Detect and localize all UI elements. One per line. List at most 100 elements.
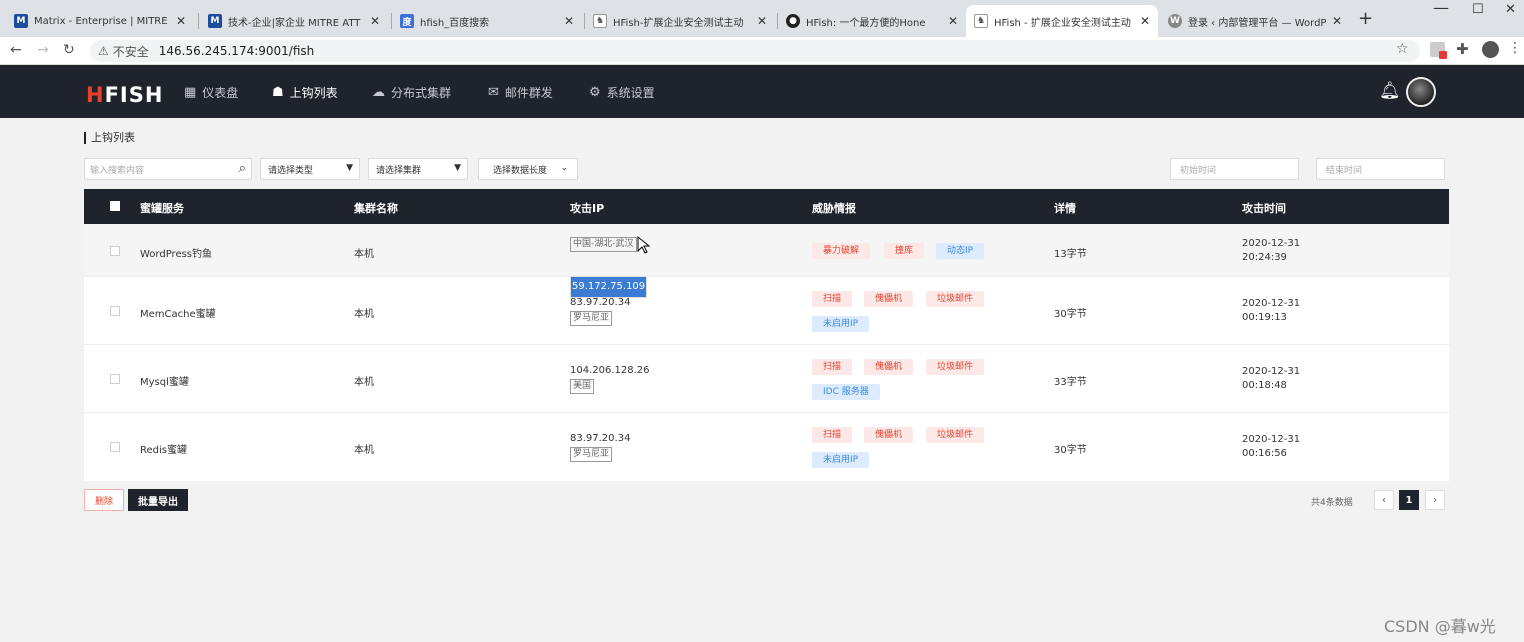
table-header: 蜜罐服务 集群名称 攻击IP 威胁情报 详情 攻击时间 bbox=[84, 189, 1449, 224]
attack-time: 20:24:39 bbox=[1242, 252, 1287, 263]
maximize-icon[interactable]: ☐ bbox=[1472, 2, 1484, 17]
next-page-button[interactable]: › bbox=[1425, 490, 1445, 510]
gear-icon: ⚙ bbox=[589, 85, 601, 100]
detail-text[interactable]: 30字节 bbox=[1054, 441, 1087, 456]
nav-label: 邮件群发 bbox=[504, 86, 553, 100]
table-row[interactable]: WordPress钓鱼 本机 59.172.75.109 中国-湖北-武汉 暴力… bbox=[84, 224, 1449, 298]
back-icon[interactable]: ← bbox=[10, 42, 22, 58]
ip-address[interactable]: 83.97.20.34 bbox=[570, 432, 630, 446]
bookmark-star-icon[interactable]: ☆ bbox=[1396, 41, 1409, 57]
select-all-checkbox[interactable] bbox=[110, 201, 120, 211]
search-input[interactable]: 输入搜索内容 ⌕ bbox=[84, 158, 252, 180]
browser-tab[interactable]: ● HFish: 一个最方便的Hone ✕ bbox=[778, 5, 966, 37]
browser-tab[interactable]: M 技术-企业|家企业 MITRE ATT ✕ bbox=[200, 5, 388, 37]
browser-tab[interactable]: 度 hfish_百度搜索 ✕ bbox=[392, 5, 582, 37]
nav-dashboard[interactable]: ▦ 仪表盘 bbox=[184, 84, 238, 101]
extension-icon[interactable] bbox=[1430, 42, 1447, 59]
row-checkbox[interactable] bbox=[110, 306, 120, 316]
page-number-button[interactable]: 1 bbox=[1399, 490, 1419, 510]
new-tab-icon[interactable]: + bbox=[1358, 8, 1373, 29]
export-button[interactable]: 批量导出 bbox=[128, 489, 188, 511]
detail-text[interactable]: 13字节 bbox=[1054, 245, 1087, 260]
close-icon[interactable]: ✕ bbox=[564, 14, 574, 28]
end-time-input[interactable]: 结束时间 bbox=[1316, 158, 1445, 180]
cloud-icon: ☁ bbox=[372, 85, 385, 100]
cluster-name: 本机 bbox=[354, 377, 374, 388]
url-field[interactable]: ⚠ 不安全 146.56.245.174:9001/fish bbox=[90, 40, 1420, 62]
attack-ip: 83.97.20.34 罗马尼亚 bbox=[570, 296, 630, 326]
close-icon[interactable]: ✕ bbox=[948, 14, 958, 28]
threat-tag: 撞库 bbox=[884, 243, 925, 259]
detail-text[interactable]: 30字节 bbox=[1054, 305, 1087, 320]
row-checkbox[interactable] bbox=[110, 442, 120, 452]
hfish-logo[interactable]: HFISH bbox=[86, 83, 163, 107]
total-count: 共4条数据 bbox=[1311, 498, 1353, 508]
cluster-select[interactable]: 请选择集群 ▼ bbox=[368, 158, 468, 180]
threat-tag: 暴力破解 bbox=[812, 243, 871, 259]
row-checkbox[interactable] bbox=[110, 246, 120, 256]
browser-tab-active[interactable]: ♞ HFish - 扩展企业安全测试主动 ✕ bbox=[966, 5, 1158, 37]
tab-title: Matrix - Enterprise | MITRE A bbox=[34, 15, 170, 27]
service-name: WordPress钓鱼 bbox=[140, 249, 213, 260]
reload-icon[interactable]: ↻ bbox=[63, 42, 75, 58]
row-checkbox[interactable] bbox=[110, 374, 120, 384]
threat-tag: 垃圾邮件 bbox=[926, 427, 985, 443]
browser-tab[interactable]: M Matrix - Enterprise | MITRE A ✕ bbox=[6, 5, 194, 37]
menu-dots-icon[interactable]: ⋮ bbox=[1508, 40, 1522, 56]
minimize-icon[interactable]: — bbox=[1433, 0, 1449, 17]
threat-tag: 扫描 bbox=[812, 427, 853, 443]
nav-settings[interactable]: ⚙ 系统设置 bbox=[589, 84, 655, 101]
github-icon: ● bbox=[786, 14, 800, 28]
delete-button[interactable]: 删除 bbox=[84, 489, 124, 511]
column-header: 蜜罐服务 bbox=[140, 202, 184, 215]
close-icon[interactable]: ✕ bbox=[1332, 14, 1342, 28]
nav-cluster[interactable]: ☁ 分布式集群 bbox=[372, 84, 451, 101]
table-row[interactable]: MemCache蜜罐 本机 83.97.20.34 罗马尼亚 扫描 傀儡机 垃圾… bbox=[84, 277, 1449, 345]
browser-tab[interactable]: ♞ HFish-扩展企业安全测试主动 ✕ bbox=[585, 5, 775, 37]
hfish-icon: ♞ bbox=[974, 14, 988, 28]
column-header: 攻击IP bbox=[570, 202, 605, 215]
chevron-left-icon: ‹ bbox=[1382, 494, 1386, 506]
browser-tab[interactable]: W 登录 ‹ 内部管理平台 — WordP ✕ bbox=[1160, 5, 1350, 37]
threat-tag: 傀儡机 bbox=[864, 427, 914, 443]
ip-location: 罗马尼亚 bbox=[570, 311, 613, 326]
dashboard-icon: ▦ bbox=[184, 85, 197, 100]
search-icon[interactable]: ⌕ bbox=[239, 161, 246, 176]
close-icon[interactable]: ✕ bbox=[370, 14, 380, 28]
close-icon[interactable]: ✕ bbox=[176, 14, 186, 28]
table-row[interactable]: Mysql蜜罐 本机 104.206.128.26 美国 扫描 傀儡机 垃圾邮件… bbox=[84, 345, 1449, 413]
threat-tag: 未启用IP bbox=[812, 316, 870, 332]
nav-mail[interactable]: ✉ 邮件群发 bbox=[488, 84, 553, 101]
threat-tag: 未启用IP bbox=[812, 452, 870, 468]
profile-icon[interactable] bbox=[1482, 41, 1499, 58]
type-select[interactable]: 请选择类型 ▼ bbox=[260, 158, 360, 180]
puzzle-icon[interactable]: ✚ bbox=[1456, 40, 1469, 58]
hfish-icon: ♞ bbox=[593, 14, 607, 28]
bell-icon[interactable]: 🔔︎ bbox=[1379, 81, 1401, 101]
close-icon[interactable]: ✕ bbox=[757, 14, 767, 28]
cluster-name: 本机 bbox=[354, 249, 374, 260]
forward-icon[interactable]: → bbox=[37, 42, 49, 58]
prev-page-button[interactable]: ‹ bbox=[1374, 490, 1394, 510]
chevron-right-icon: › bbox=[1433, 494, 1437, 506]
fish-list-icon: ☗ bbox=[272, 85, 284, 100]
cluster-name: 本机 bbox=[354, 309, 374, 320]
warning-icon: ⚠ bbox=[98, 44, 109, 58]
service-name: Mysql蜜罐 bbox=[140, 377, 189, 388]
ip-address[interactable]: 104.206.128.26 bbox=[570, 364, 650, 378]
table-row[interactable]: Redis蜜罐 本机 83.97.20.34 罗马尼亚 扫描 傀儡机 垃圾邮件 … bbox=[84, 413, 1449, 481]
threat-tag: 垃圾邮件 bbox=[926, 291, 985, 307]
nav-label: 系统设置 bbox=[606, 86, 655, 100]
nav-fish-list[interactable]: ☗ 上钩列表 bbox=[272, 84, 338, 101]
column-header: 威胁情报 bbox=[812, 202, 856, 215]
detail-text[interactable]: 33字节 bbox=[1054, 373, 1087, 388]
start-time-input[interactable]: 初始时间 bbox=[1170, 158, 1299, 180]
chevron-down-icon: ⌄ bbox=[560, 163, 568, 173]
close-window-icon[interactable]: ✕ bbox=[1505, 2, 1516, 17]
attack-ip: 59.172.75.109 中国-湖北-武汉 bbox=[570, 236, 648, 298]
avatar[interactable] bbox=[1406, 77, 1436, 107]
attack-ip: 104.206.128.26 美国 bbox=[570, 364, 650, 394]
data-length-select[interactable]: 选择数据长度 ⌄ bbox=[478, 158, 578, 180]
ip-address[interactable]: 83.97.20.34 bbox=[570, 296, 630, 310]
close-icon[interactable]: ✕ bbox=[1140, 14, 1150, 28]
